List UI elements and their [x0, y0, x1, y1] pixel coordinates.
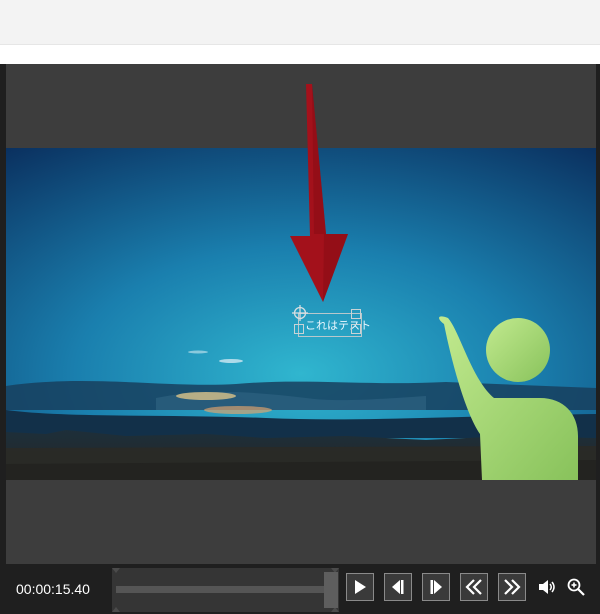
- arrow-annotation[interactable]: [284, 84, 354, 302]
- fast-forward-button[interactable]: [498, 573, 526, 601]
- playback-controls: 00:00:15.40: [6, 564, 596, 614]
- overlay-text[interactable]: これはテスト: [305, 317, 371, 333]
- next-frame-button[interactable]: [422, 573, 450, 601]
- timeline-playhead[interactable]: [324, 572, 338, 608]
- zoom-in-icon[interactable]: [566, 577, 586, 597]
- double-chevron-right-icon: [504, 579, 521, 595]
- speaker-icon[interactable]: [537, 577, 557, 597]
- timeline-start-marker-bottom: [112, 607, 120, 612]
- timeline-scrubber[interactable]: [112, 568, 339, 612]
- timecode-display: 00:00:15.40: [16, 581, 90, 597]
- play-button[interactable]: [346, 573, 374, 601]
- resize-handle-top-right[interactable]: [351, 309, 361, 319]
- step-forward-icon: [430, 580, 442, 594]
- timeline-start-marker: [112, 568, 120, 573]
- timeline-track[interactable]: [116, 586, 324, 593]
- double-chevron-left-icon: [465, 579, 482, 595]
- window-toolbar: [0, 0, 600, 44]
- panel-border-right: [596, 64, 600, 614]
- person-clipart[interactable]: [436, 314, 586, 480]
- step-back-icon: [392, 580, 404, 594]
- resize-handle-bottom-left[interactable]: [294, 324, 304, 334]
- rewind-button[interactable]: [460, 573, 488, 601]
- move-handle-icon[interactable]: [292, 305, 308, 321]
- toolbar-divider: [0, 44, 600, 45]
- resize-handle-bottom-right[interactable]: [351, 324, 361, 334]
- previous-frame-button[interactable]: [384, 573, 412, 601]
- play-icon: [355, 580, 366, 594]
